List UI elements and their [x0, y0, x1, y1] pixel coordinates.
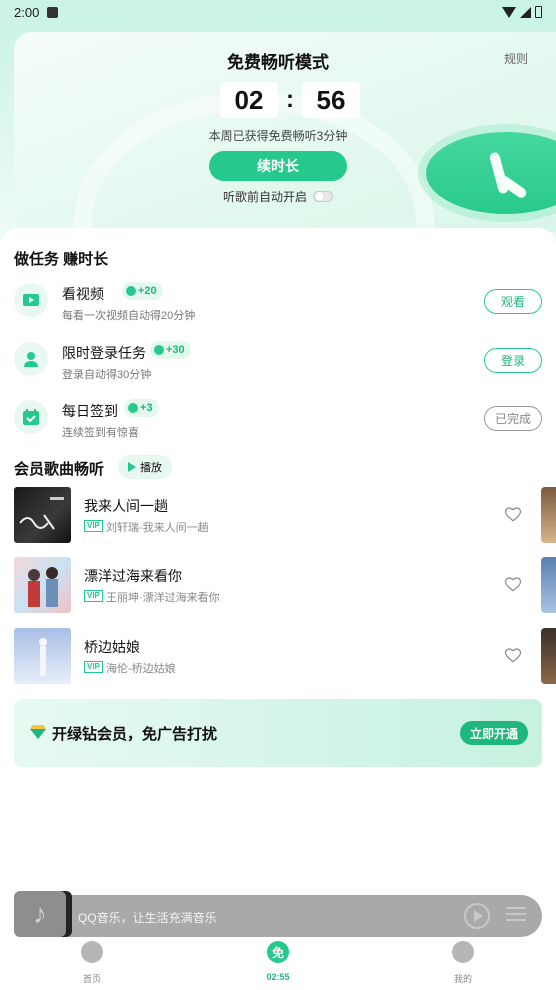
task-desc: 连续签到有惊喜	[62, 427, 139, 439]
reward-badge: +30	[150, 341, 191, 359]
vip-badge: VIP	[84, 520, 103, 532]
timer-seconds: 56	[302, 82, 360, 118]
vip-banner-text: 开绿钻会员，免广告打扰	[52, 726, 218, 743]
status-bar: 2:00	[0, 0, 556, 24]
clock-icon	[126, 286, 136, 296]
nav-label: 02:55	[266, 972, 290, 982]
battery-icon	[535, 6, 542, 18]
task-item-checkin: 每日签到 +3 连续签到有惊喜 已完成	[14, 398, 542, 442]
album-cover	[14, 628, 71, 684]
heart-icon[interactable]	[504, 646, 522, 664]
clock-icon	[128, 403, 138, 413]
vip-badge: VIP	[84, 590, 103, 602]
rules-link[interactable]: 规则	[504, 50, 528, 67]
reward-value: +20	[138, 285, 157, 297]
reward-value: +30	[166, 344, 185, 356]
task-item-login: 限时登录任务 +30 登录自动得30分钟 登录	[14, 340, 542, 384]
heart-icon[interactable]	[504, 505, 522, 523]
task-name: 每日签到	[62, 403, 118, 419]
status-time: 2:00	[14, 4, 40, 20]
free-icon: 免	[267, 941, 289, 963]
diamond-icon	[30, 725, 46, 739]
reward-value: +3	[140, 402, 153, 414]
nav-label: 首页	[82, 974, 101, 984]
song-row[interactable]: 漂洋过海来看你 VIP 王丽坤·漂洋过海来看你	[14, 557, 542, 613]
songs-section-title: 会员歌曲畅听	[14, 461, 105, 478]
signal-icon	[520, 6, 531, 18]
play-all-button[interactable]: 播放	[118, 455, 172, 479]
timer-minutes: 02	[220, 82, 278, 118]
calendar-check-icon	[14, 400, 48, 434]
task-desc: 每看一次视频自动得20分钟	[62, 310, 196, 322]
reward-badge: +3	[124, 399, 159, 417]
playlist-icon[interactable]	[506, 907, 526, 925]
clock-icon	[154, 345, 164, 355]
music-note-icon: ♪	[14, 891, 66, 937]
song-artist: 王丽坤·漂洋过海来看你	[106, 592, 220, 604]
profile-icon	[452, 941, 474, 963]
nav-mine[interactable]: 我的	[433, 941, 493, 985]
task-name: 限时登录任务	[62, 345, 146, 361]
album-cover	[14, 487, 71, 543]
song-artist: 刘轩瑞-我来人间一趟	[106, 522, 209, 534]
nav-label: 我的	[453, 974, 472, 984]
timer-separator: :	[286, 86, 294, 113]
next-cover-peek[interactable]	[541, 628, 556, 684]
heart-icon[interactable]	[504, 575, 522, 593]
free-mode-card: 免费畅听模式 规则 02 : 56 本周已获得免费畅听3分钟 续时长 听歌前自动…	[14, 32, 556, 232]
song-title: 桥边姑娘	[84, 639, 140, 655]
countdown-timer: 02 : 56	[220, 82, 360, 118]
extend-time-button[interactable]: 续时长	[209, 151, 347, 181]
bottom-nav: 首页 免 02:55 我的	[0, 937, 556, 990]
nav-home[interactable]: 首页	[62, 941, 122, 985]
notification-icon	[47, 6, 59, 18]
autoplay-label: 听歌前自动开启	[222, 190, 307, 204]
reward-badge: +20	[122, 282, 163, 300]
play-button[interactable]	[464, 903, 490, 929]
user-icon	[14, 342, 48, 376]
task-item-video: 看视频 +20 每看一次视频自动得20分钟 观看	[14, 281, 542, 325]
next-cover-peek[interactable]	[541, 557, 556, 613]
play-label: 播放	[140, 462, 162, 474]
song-row[interactable]: 我来人间一趟 VIP 刘轩瑞-我来人间一趟	[14, 487, 542, 543]
next-cover-peek[interactable]	[541, 487, 556, 543]
song-artist: 海伦-桥边姑娘	[106, 663, 176, 675]
nav-free-listen[interactable]: 免 02:55	[248, 941, 308, 982]
task-name: 看视频	[62, 286, 104, 302]
play-icon	[128, 462, 136, 472]
open-vip-button[interactable]: 立即开通	[460, 721, 528, 745]
song-row[interactable]: 桥边姑娘 VIP 海伦-桥边姑娘	[14, 628, 542, 684]
vip-badge: VIP	[84, 661, 103, 673]
completed-button[interactable]: 已完成	[484, 406, 542, 431]
mini-player[interactable]: ♪ QQ音乐，让生活充满音乐	[14, 891, 542, 937]
album-cover	[14, 557, 71, 613]
home-icon	[81, 941, 103, 963]
tasks-section-title: 做任务 赚时长	[14, 251, 109, 268]
autoplay-toggle[interactable]	[313, 191, 333, 202]
song-title: 我来人间一趟	[84, 498, 168, 514]
song-title: 漂洋过海来看你	[84, 568, 182, 584]
wifi-icon	[502, 6, 516, 18]
task-desc: 登录自动得30分钟	[62, 369, 152, 381]
vip-promo-banner[interactable]: 开绿钻会员，免广告打扰 立即开通	[14, 699, 542, 767]
login-button[interactable]: 登录	[484, 348, 542, 373]
video-icon	[14, 283, 48, 317]
mini-player-text: QQ音乐，让生活充满音乐	[78, 911, 217, 925]
watch-button[interactable]: 观看	[484, 289, 542, 314]
free-mode-title: 免费畅听模式	[227, 53, 329, 72]
